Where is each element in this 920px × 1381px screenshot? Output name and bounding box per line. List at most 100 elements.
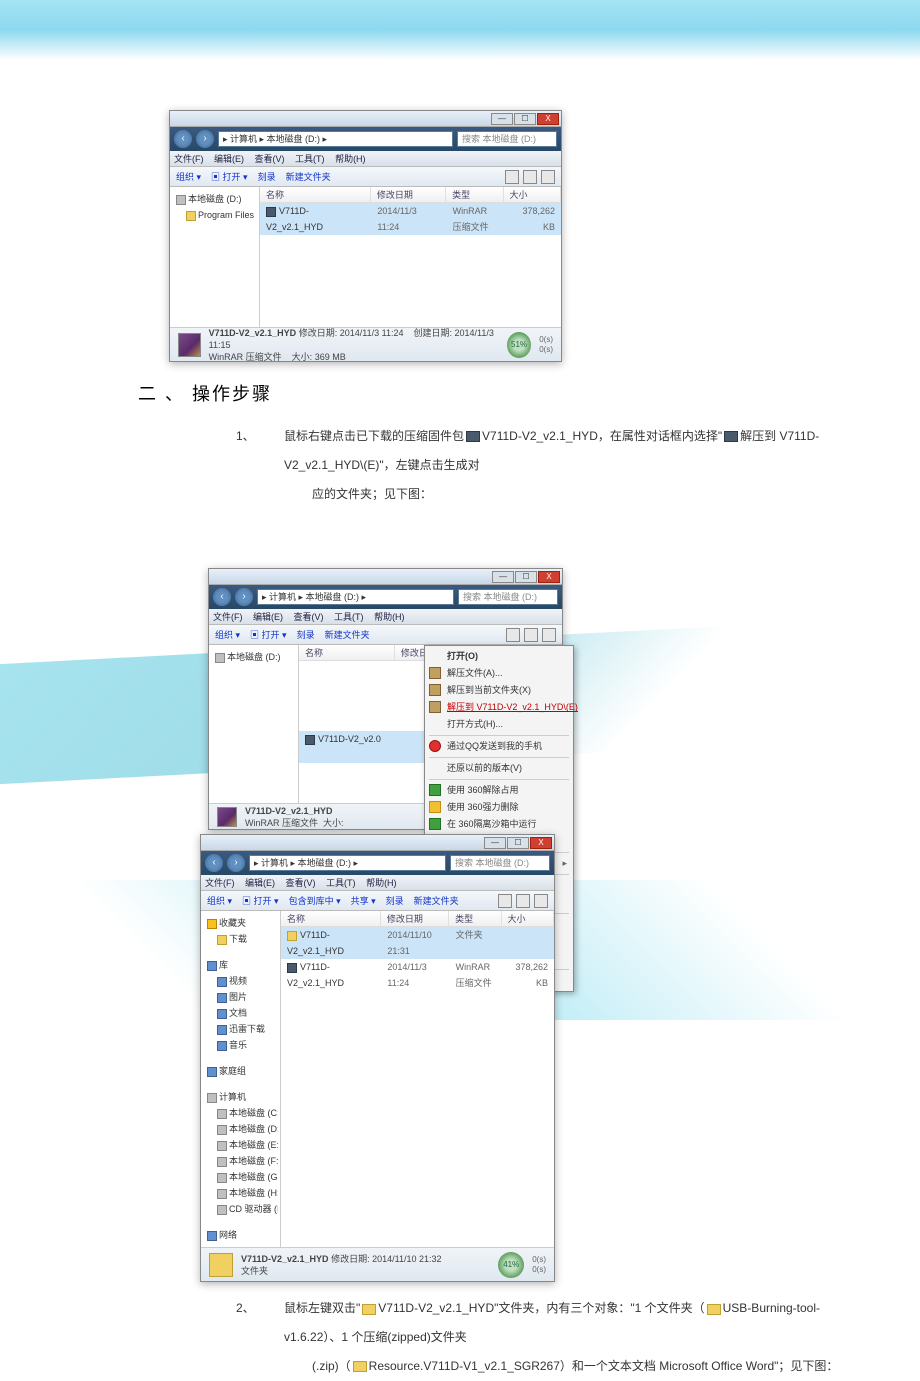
help-icon[interactable] [542, 628, 556, 642]
maximize-button[interactable]: ☐ [507, 837, 529, 849]
tree-homegroup[interactable]: 家庭组 [203, 1063, 278, 1079]
col-name[interactable]: 名称 [281, 911, 381, 926]
organize-button[interactable]: 组织 ▾ [176, 167, 201, 187]
tree-drive-d[interactable]: 本地磁盘 (D:) [203, 1121, 278, 1137]
search-input[interactable]: 搜索 本地磁盘 (D:) [450, 855, 550, 871]
close-button[interactable]: X [538, 571, 560, 583]
menu-edit[interactable]: 编辑(E) [245, 878, 275, 888]
maximize-button[interactable]: ☐ [515, 571, 537, 583]
search-input[interactable]: 搜索 本地磁盘 (D:) [457, 131, 557, 147]
menu-tool[interactable]: 工具(T) [326, 878, 356, 888]
col-date[interactable]: 修改日期 [381, 911, 449, 926]
forward-icon[interactable]: › [235, 588, 253, 606]
menu-help[interactable]: 帮助(H) [374, 612, 405, 622]
menu-tool[interactable]: 工具(T) [295, 154, 325, 164]
share-button[interactable]: 共享 ▾ [351, 891, 376, 911]
ctx-extract-files[interactable]: 解压文件(A)... [425, 665, 573, 682]
view-icon[interactable] [505, 170, 519, 184]
ctx-qq-send[interactable]: 通过QQ发送到我的手机 [425, 738, 573, 755]
organize-button[interactable]: 组织 ▾ [215, 625, 240, 645]
tree-drive-g[interactable]: 本地磁盘 (G:) [203, 1169, 278, 1185]
newfolder-button[interactable]: 新建文件夹 [414, 891, 459, 911]
ctx-open-with[interactable]: 打开方式(H)... [425, 716, 573, 733]
menu-file[interactable]: 文件(F) [174, 154, 204, 164]
col-size[interactable]: 大小 [504, 187, 561, 202]
ctx-revert[interactable]: 还原以前的版本(V) [425, 760, 573, 777]
burn-button[interactable]: 刻录 [297, 625, 315, 645]
tree-drive-d[interactable]: 本地磁盘 (D:) [211, 649, 296, 665]
ctx-360-sandbox[interactable]: 在 360隔离沙箱中运行 [425, 816, 573, 833]
col-type[interactable]: 类型 [446, 187, 503, 202]
organize-button[interactable]: 组织 ▾ [207, 891, 232, 911]
view-icon[interactable] [498, 894, 512, 908]
tree-network[interactable]: 网络 [203, 1227, 278, 1243]
ctx-extract-here[interactable]: 解压到当前文件夹(X) [425, 682, 573, 699]
minimize-button[interactable]: — [491, 113, 513, 125]
back-icon[interactable]: ‹ [213, 588, 231, 606]
tree-videos[interactable]: 视频 [203, 973, 278, 989]
open-button[interactable]: ▣ 打开 ▾ [242, 891, 279, 911]
tree-music[interactable]: 音乐 [203, 1037, 278, 1053]
preview-icon[interactable] [516, 894, 530, 908]
menu-file[interactable]: 文件(F) [213, 612, 243, 622]
open-button[interactable]: ▣ 打开 ▾ [211, 167, 248, 187]
ctx-extract-to[interactable]: 解压到 V711D-V2_v2.1_HYD\(E) [425, 699, 573, 716]
tree-xunlei[interactable]: 迅雷下载 [203, 1021, 278, 1037]
open-button[interactable]: ▣ 打开 ▾ [250, 625, 287, 645]
menu-file[interactable]: 文件(F) [205, 878, 235, 888]
menu-view[interactable]: 查看(V) [255, 154, 285, 164]
ctx-360-unlock[interactable]: 使用 360解除占用 [425, 782, 573, 799]
preview-icon[interactable] [523, 170, 537, 184]
menu-help[interactable]: 帮助(H) [366, 878, 397, 888]
tree-drive-c[interactable]: 本地磁盘 (C:) [203, 1105, 278, 1121]
newfolder-button[interactable]: 新建文件夹 [325, 625, 370, 645]
search-input[interactable]: 搜索 本地磁盘 (D:) [458, 589, 558, 605]
menu-edit[interactable]: 编辑(E) [253, 612, 283, 622]
minimize-button[interactable]: — [484, 837, 506, 849]
help-icon[interactable] [534, 894, 548, 908]
back-icon[interactable]: ‹ [205, 854, 223, 872]
tree-drive-f[interactable]: 本地磁盘 (F:) [203, 1153, 278, 1169]
tree-drive-h[interactable]: 本地磁盘 (H:) [203, 1185, 278, 1201]
include-button[interactable]: 包含到库中 ▾ [289, 891, 341, 911]
close-button[interactable]: X [530, 837, 552, 849]
view-icon[interactable] [506, 628, 520, 642]
back-icon[interactable]: ‹ [174, 130, 192, 148]
col-date[interactable]: 修改日期 [371, 187, 446, 202]
col-name[interactable]: 名称 [260, 187, 371, 202]
close-button[interactable]: X [537, 113, 559, 125]
tree-favorites[interactable]: 收藏夹 [203, 915, 278, 931]
ctx-360-delete[interactable]: 使用 360强力删除 [425, 799, 573, 816]
col-type[interactable]: 类型 [449, 911, 501, 926]
address-bar[interactable]: ▸ 计算机 ▸ 本地磁盘 (D:) ▸ [249, 855, 446, 871]
col-size[interactable]: 大小 [502, 911, 554, 926]
address-bar[interactable]: ▸ 计算机 ▸ 本地磁盘 (D:) ▸ [257, 589, 454, 605]
file-row[interactable]: V711D-V2_v2.1_HYD 2014/11/3 11:24 WinRAR… [260, 203, 561, 235]
tree-cd[interactable]: CD 驱动器 (I:) [203, 1201, 278, 1217]
ctx-open[interactable]: 打开(O) [425, 648, 573, 665]
help-icon[interactable] [541, 170, 555, 184]
col-name[interactable]: 名称 [299, 645, 395, 660]
newfolder-button[interactable]: 新建文件夹 [286, 167, 331, 187]
tree-computer[interactable]: 计算机 [203, 1089, 278, 1105]
burn-button[interactable]: 刻录 [386, 891, 404, 911]
forward-icon[interactable]: › [196, 130, 214, 148]
tree-libraries[interactable]: 库 [203, 957, 278, 973]
address-bar[interactable]: ▸ 计算机 ▸ 本地磁盘 (D:) ▸ [218, 131, 453, 147]
burn-button[interactable]: 刻录 [258, 167, 276, 187]
preview-icon[interactable] [524, 628, 538, 642]
minimize-button[interactable]: — [492, 571, 514, 583]
forward-icon[interactable]: › [227, 854, 245, 872]
tree-downloads[interactable]: 下载 [203, 931, 278, 947]
menu-view[interactable]: 查看(V) [294, 612, 324, 622]
menu-edit[interactable]: 编辑(E) [214, 154, 244, 164]
tree-drive-e[interactable]: 本地磁盘 (E:) [203, 1137, 278, 1153]
file-row[interactable]: V711D-V2_v2.1_HYD 2014/11/3 11:24 WinRAR… [281, 959, 554, 991]
tree-drive-d[interactable]: 本地磁盘 (D:) [172, 191, 257, 207]
maximize-button[interactable]: ☐ [514, 113, 536, 125]
menu-view[interactable]: 查看(V) [286, 878, 316, 888]
menu-tool[interactable]: 工具(T) [334, 612, 364, 622]
folder-row[interactable]: V711D-V2_v2.1_HYD 2014/11/10 21:31 文件夹 [281, 927, 554, 959]
menu-help[interactable]: 帮助(H) [335, 154, 366, 164]
tree-documents[interactable]: 文档 [203, 1005, 278, 1021]
